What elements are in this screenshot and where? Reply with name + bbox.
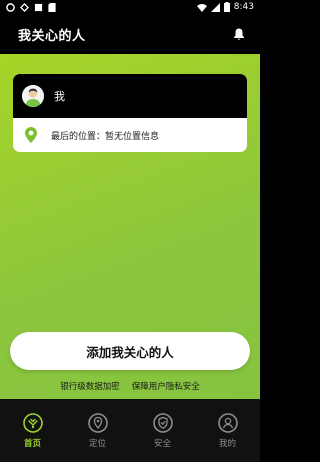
- shield-icon: [152, 412, 173, 433]
- person-card[interactable]: 我 最后的位置： 暂无位置信息: [13, 74, 247, 152]
- security-note: 银行级数据加密 保障用户隐私安全: [0, 380, 260, 392]
- app-header: 我关心的人: [0, 14, 260, 54]
- page-title: 我关心的人: [18, 28, 86, 44]
- sd-card-icon: [48, 2, 56, 12]
- status-bar: 8:43: [0, 0, 260, 14]
- last-location-label: 最后的位置：: [51, 131, 106, 142]
- status-time: 8:43: [233, 2, 254, 12]
- battery-icon: [223, 2, 230, 12]
- location-icon: [87, 412, 108, 433]
- tab-location-label: 定位: [88, 438, 106, 449]
- security-note-encryption: 银行级数据加密: [60, 382, 120, 392]
- last-location-value: 暂无位置信息: [105, 131, 160, 142]
- notification-icon: [20, 2, 29, 12]
- tab-security[interactable]: 安全: [130, 399, 195, 462]
- signal-icon: [210, 2, 220, 12]
- image-icon: [34, 3, 43, 11]
- tab-location[interactable]: 定位: [65, 399, 130, 462]
- location-pin-icon: [25, 127, 37, 143]
- bell-icon[interactable]: [232, 27, 246, 41]
- avatar: [22, 85, 44, 107]
- tab-home-label: 首页: [23, 438, 41, 449]
- home-icon: [22, 412, 43, 433]
- last-location-row: 最后的位置： 暂无位置信息: [13, 118, 247, 152]
- tab-home[interactable]: 首页: [0, 399, 65, 462]
- app-logo-icon: [6, 2, 15, 12]
- bottom-tab-bar: 首页 定位 安全 我的: [0, 399, 260, 462]
- add-contact-button[interactable]: 添加我关心的人: [10, 332, 250, 370]
- wifi-icon: [196, 3, 207, 12]
- tab-profile-label: 我的: [218, 438, 236, 449]
- person-card-header[interactable]: 我: [13, 74, 247, 118]
- profile-icon: [217, 412, 238, 433]
- tab-profile[interactable]: 我的: [195, 399, 260, 462]
- main-content: 我 最后的位置： 暂无位置信息 添加我关心的人 银行级数据加密 保障用户隐私安全: [0, 54, 260, 399]
- security-note-privacy: 保障用户隐私安全: [131, 382, 200, 392]
- person-name: 我: [54, 90, 65, 103]
- tab-security-label: 安全: [153, 438, 171, 449]
- avatar-person-icon: [22, 85, 44, 107]
